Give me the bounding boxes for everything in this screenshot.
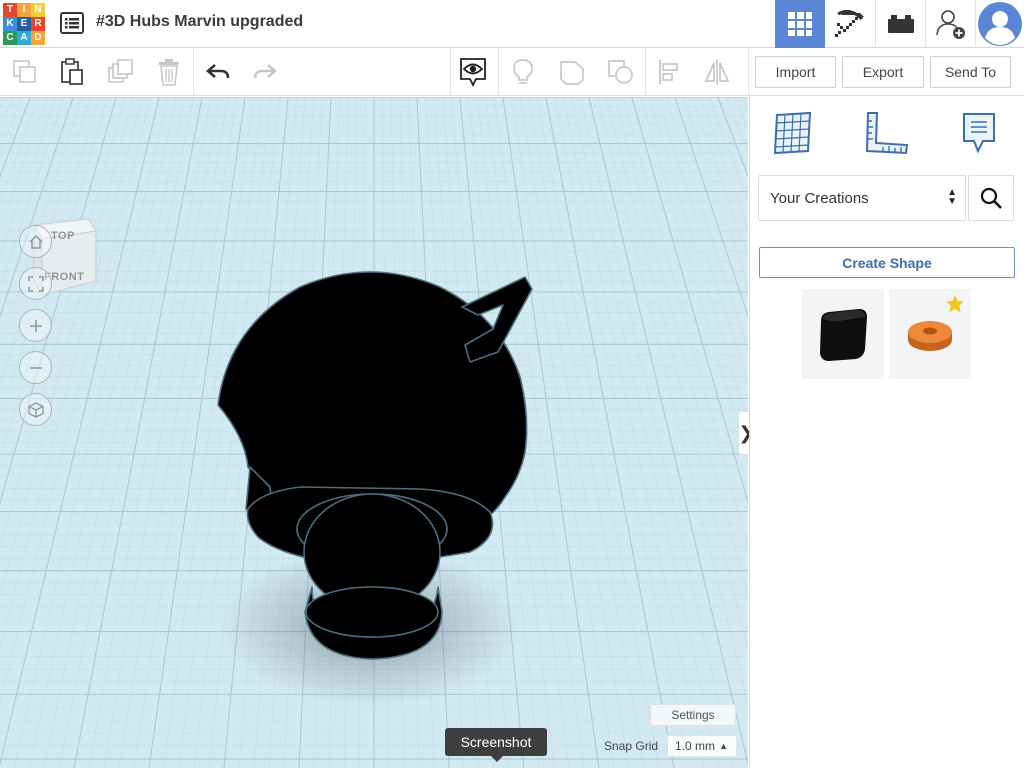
duplicate-icon[interactable]: [107, 58, 135, 86]
perspective-button[interactable]: [19, 393, 52, 426]
logo-letter-a: A: [17, 31, 31, 45]
logo-letter-t: T: [3, 3, 17, 17]
home-view-button[interactable]: [19, 225, 52, 258]
zoom-out-button[interactable]: [19, 351, 52, 384]
plus-icon: [29, 319, 42, 332]
tinkercad-logo[interactable]: TINKERCAD: [3, 3, 46, 45]
caret-up-icon: ▲: [719, 741, 728, 751]
logo-letter-d: D: [31, 31, 45, 45]
add-user-icon: [935, 10, 965, 39]
avatar-icon: [978, 2, 1022, 46]
zoom-in-button[interactable]: [19, 309, 52, 342]
account-avatar[interactable]: [975, 0, 1024, 48]
logo-letter-k: K: [3, 17, 17, 31]
shapes-panel: Your Creations ▲ ▼ Create Shape: [749, 97, 1024, 768]
paste-icon[interactable]: [58, 58, 86, 86]
undo-icon[interactable]: [204, 58, 232, 86]
ruler-icon: [865, 112, 909, 155]
show-all-eye-icon[interactable]: [459, 58, 487, 87]
fit-icon: [27, 275, 44, 292]
brick-icon: [887, 15, 914, 33]
design-list-icon[interactable]: [60, 12, 84, 34]
snap-grid-label: Snap Grid: [604, 739, 659, 753]
tab-notes[interactable]: [957, 111, 1001, 155]
tab-workplane[interactable]: [771, 111, 815, 155]
group-icon[interactable]: [558, 58, 586, 86]
project-title[interactable]: #3D Hubs Marvin upgraded: [96, 13, 303, 31]
settings-button[interactable]: Settings: [650, 704, 736, 726]
logo-letter-r: R: [31, 17, 45, 31]
create-shape-button[interactable]: Create Shape: [759, 247, 1015, 278]
grid-icon: [788, 12, 812, 36]
send-to-button[interactable]: Send To: [930, 56, 1011, 88]
logo-letter-i: I: [17, 3, 31, 17]
snap-grid-select[interactable]: 1.0 mm ▲: [667, 735, 737, 757]
bricks-mode-button[interactable]: [875, 0, 925, 48]
snap-grid-value: 1.0 mm: [675, 739, 716, 753]
copy-icon[interactable]: [11, 58, 39, 86]
library-select[interactable]: Your Creations ▲ ▼: [758, 175, 966, 221]
export-button[interactable]: Export: [842, 56, 924, 88]
delete-icon[interactable]: [155, 58, 183, 86]
notes-icon: [963, 113, 995, 154]
logo-letter-n: N: [31, 3, 45, 17]
3d-design-mode-button[interactable]: [775, 0, 825, 48]
star-icon[interactable]: [945, 294, 965, 314]
pickaxe-icon: [835, 9, 864, 37]
notes-bulb-icon[interactable]: [509, 58, 537, 86]
updown-chevron-icon: ▲ ▼: [947, 187, 957, 207]
workplane-grid-icon: [773, 111, 812, 155]
home-icon: [28, 234, 43, 249]
shape-tile-black-cube[interactable]: [802, 289, 884, 379]
workplane[interactable]: TOP FRONT: [0, 97, 748, 768]
black-cube-thumbnail: [820, 309, 867, 361]
library-select-value: Your Creations: [770, 189, 869, 207]
redo-icon[interactable]: [251, 58, 279, 86]
viewcube-top-label: TOP: [51, 230, 75, 242]
screenshot-tooltip: Screenshot: [445, 728, 547, 762]
top-bar: TINKERCAD #3D Hubs Marvin upgraded: [0, 0, 1024, 48]
logo-letter-e: E: [17, 17, 31, 31]
edit-toolbar: Import Export Send To: [0, 48, 1024, 96]
3d-model-marvin[interactable]: [0, 97, 748, 768]
orange-ring-thumbnail: [908, 321, 952, 351]
tab-ruler[interactable]: [865, 111, 909, 155]
import-button[interactable]: Import: [755, 56, 836, 88]
mirror-icon[interactable]: [703, 58, 731, 86]
ungroup-icon[interactable]: [607, 58, 635, 86]
codeblocks-mode-button[interactable]: [825, 0, 875, 48]
cube-icon: [27, 401, 44, 418]
invite-user-button[interactable]: [925, 0, 975, 48]
shape-tile-orange-ring[interactable]: [889, 289, 971, 379]
search-icon: [980, 187, 1002, 209]
minus-icon: [29, 366, 42, 369]
shape-search-button[interactable]: [968, 175, 1014, 221]
logo-letter-c: C: [3, 31, 17, 45]
fit-view-button[interactable]: [19, 267, 52, 300]
align-icon[interactable]: [656, 58, 684, 86]
